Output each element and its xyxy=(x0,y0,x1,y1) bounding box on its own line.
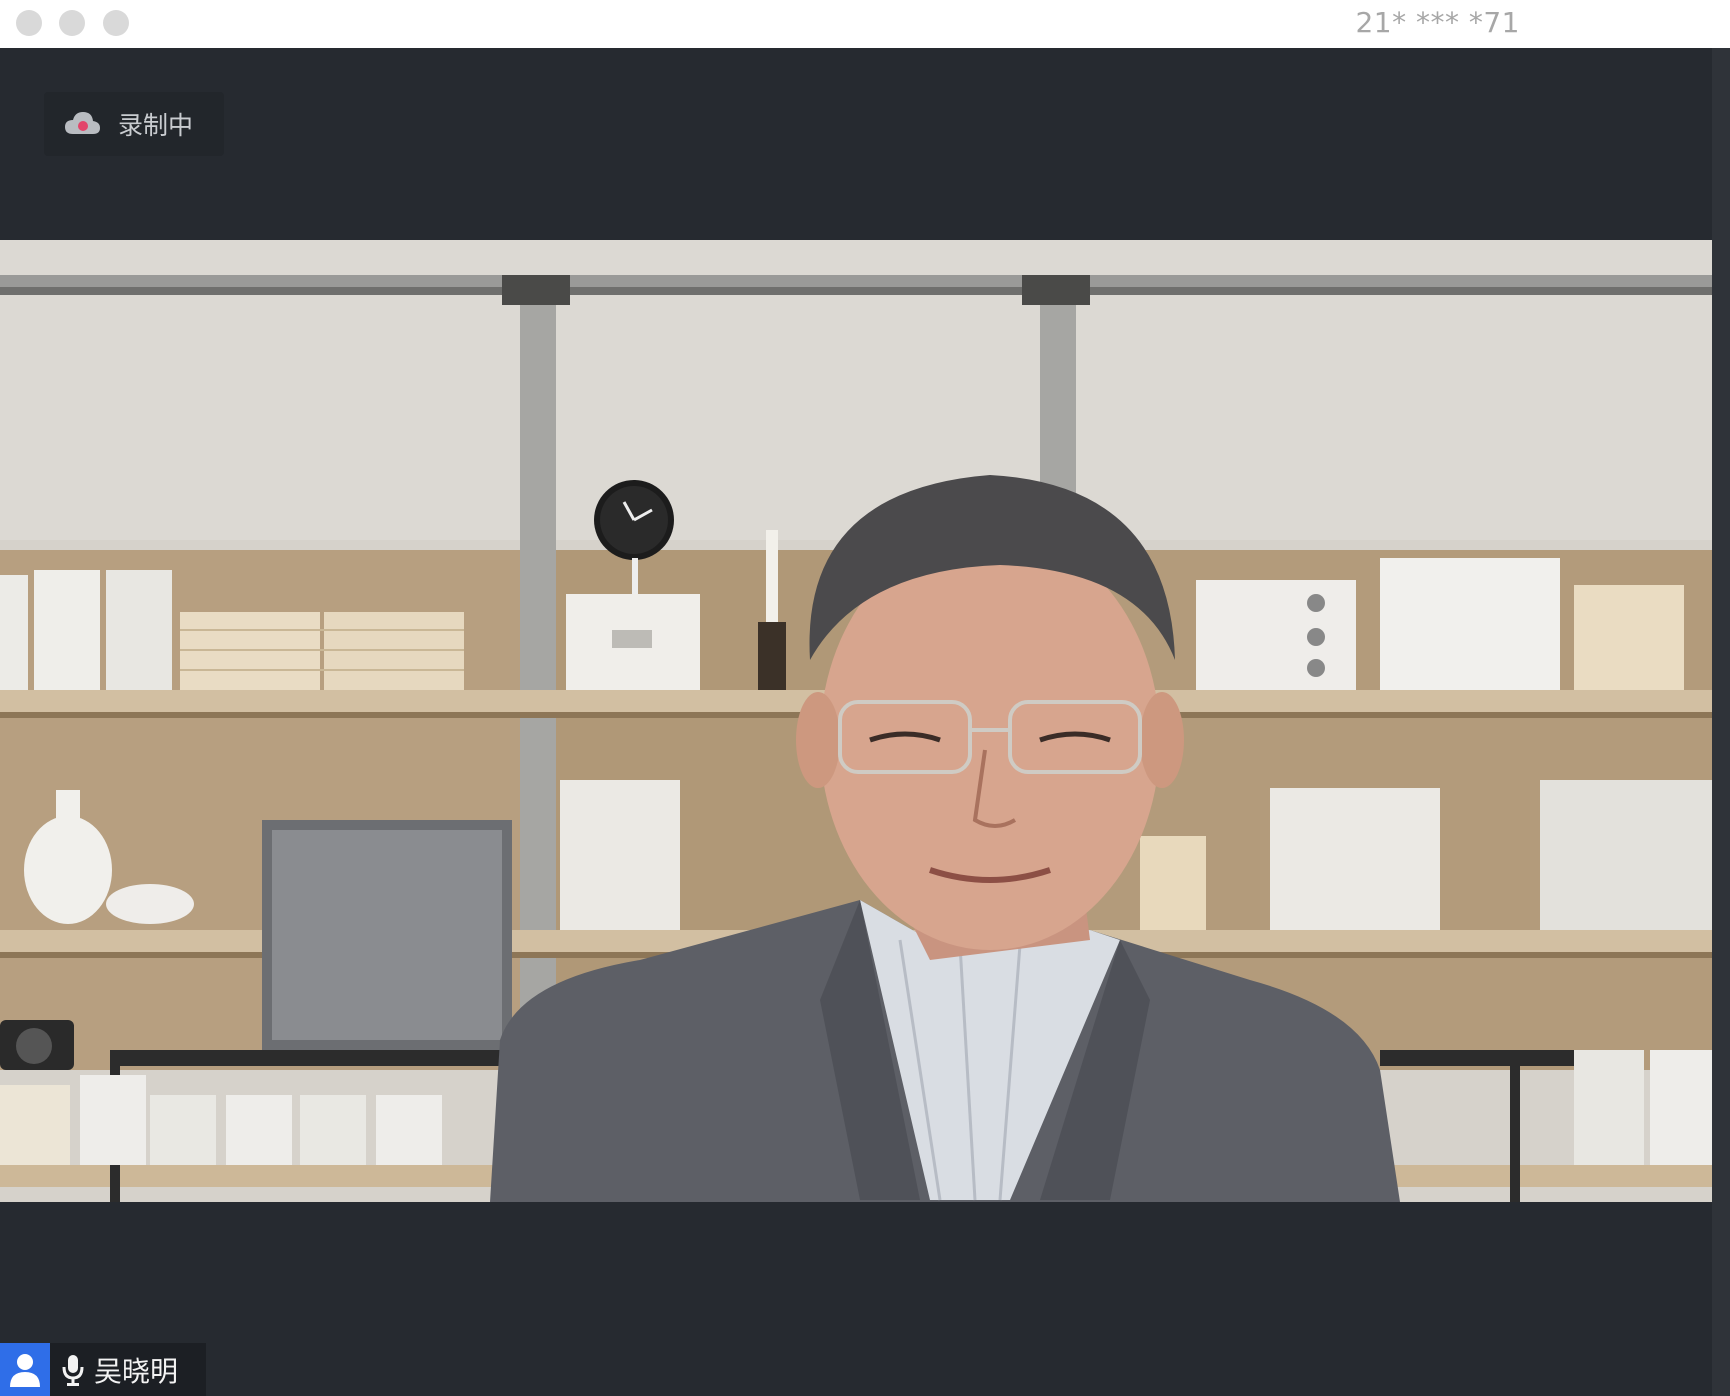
minimize-window-button[interactable] xyxy=(59,10,85,36)
participant-name-tag: 吴晓明 xyxy=(0,1343,206,1396)
side-panel-edge xyxy=(1712,48,1730,1396)
meeting-id: 21* *** *71 xyxy=(1355,6,1520,39)
maximize-window-button[interactable] xyxy=(103,10,129,36)
close-window-button[interactable] xyxy=(16,10,42,36)
title-bar: 21* *** *71 xyxy=(0,0,1730,48)
recording-label: 录制中 xyxy=(118,111,194,140)
participant-avatar[interactable] xyxy=(0,1343,50,1396)
meeting-window: 21* *** *71 录制中 吴晓明 xyxy=(0,0,1730,1396)
user-icon xyxy=(10,1353,40,1387)
cloud-recording-icon xyxy=(65,112,100,134)
recording-badge[interactable]: 录制中 xyxy=(44,92,224,156)
participant-video xyxy=(0,240,1712,1202)
microphone-icon[interactable] xyxy=(60,1353,86,1387)
participant-name: 吴晓明 xyxy=(94,1354,179,1388)
video-frame xyxy=(0,240,1712,1202)
